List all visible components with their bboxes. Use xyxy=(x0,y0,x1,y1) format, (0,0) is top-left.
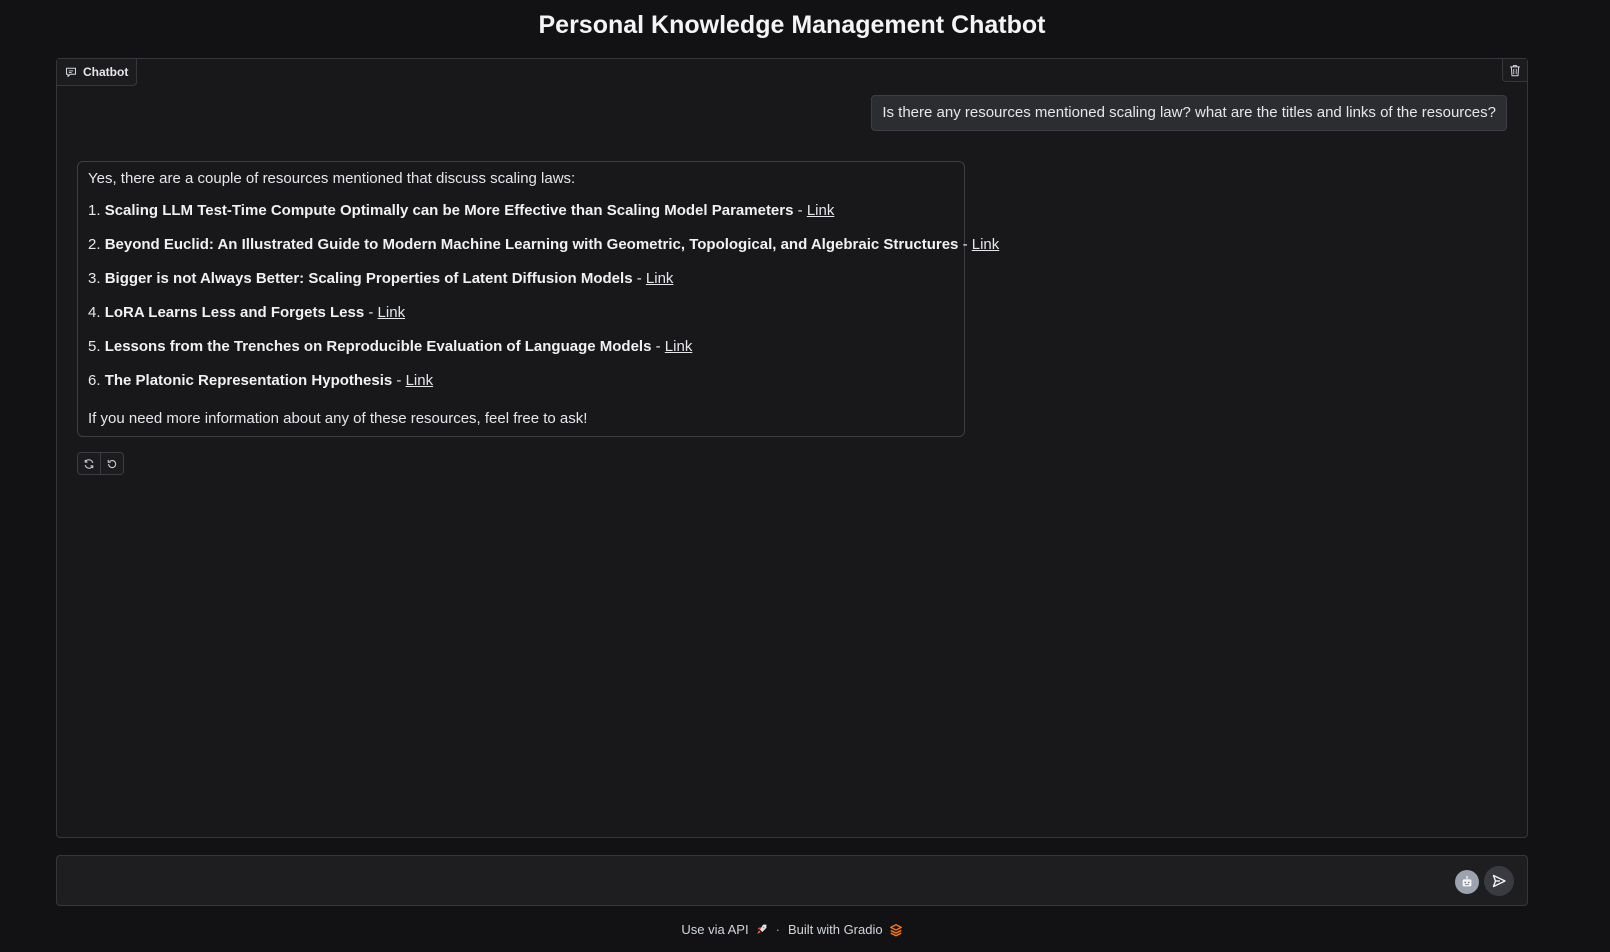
bot-message: Yes, there are a couple of resources men… xyxy=(77,161,999,437)
bot-message-outro: If you need more information about any o… xyxy=(88,410,588,427)
resource-link[interactable]: Link xyxy=(972,236,1000,253)
resource-number: 1. xyxy=(88,202,101,219)
resource-link[interactable]: Link xyxy=(665,338,693,355)
resource-item: 2. Beyond Euclid: An Illustrated Guide t… xyxy=(88,236,999,254)
send-icon xyxy=(1492,874,1506,888)
resource-link[interactable]: Link xyxy=(646,270,674,287)
message-input-bar xyxy=(56,855,1528,906)
use-via-api-label: Use via API xyxy=(681,922,749,937)
trash-icon xyxy=(1510,64,1520,76)
robot-icon xyxy=(1462,876,1472,887)
resource-number: 5. xyxy=(88,338,101,355)
message-actions xyxy=(77,452,124,475)
resource-number: 4. xyxy=(88,304,101,321)
resource-link[interactable]: Link xyxy=(406,372,434,389)
resource-title: Lessons from the Trenches on Reproducibl… xyxy=(104,338,652,355)
chatbot-panel: Chatbot Is there any resources mentioned… xyxy=(56,58,1528,838)
built-with-gradio-label: Built with Gradio xyxy=(787,922,883,937)
resource-separator: - xyxy=(392,372,406,389)
resource-link[interactable]: Link xyxy=(378,304,406,321)
resource-title: Bigger is not Always Better: Scaling Pro… xyxy=(104,270,633,287)
resource-list: 1. Scaling LLM Test-Time Compute Optimal… xyxy=(88,202,999,390)
resource-number: 2. xyxy=(88,236,101,253)
undo-button[interactable] xyxy=(100,453,123,474)
footer-separator: · xyxy=(775,922,780,937)
resource-title: Beyond Euclid: An Illustrated Guide to M… xyxy=(104,236,959,253)
resource-number: 3. xyxy=(88,270,101,287)
resource-number: 6. xyxy=(88,372,101,389)
retry-button[interactable] xyxy=(78,453,100,474)
chatbot-label-text: Chatbot xyxy=(83,65,129,79)
resource-title: LoRA Learns Less and Forgets Less xyxy=(104,304,365,321)
undo-icon xyxy=(107,459,117,468)
use-via-api-link[interactable]: Use via API xyxy=(681,922,767,937)
resource-item: 3. Bigger is not Always Better: Scaling … xyxy=(88,270,954,288)
resource-item: 1. Scaling LLM Test-Time Compute Optimal… xyxy=(88,202,954,220)
retry-icon xyxy=(84,458,94,469)
resource-item: 5. Lessons from the Trenches on Reproduc… xyxy=(88,338,954,356)
message-input[interactable] xyxy=(67,866,1451,898)
resource-link[interactable]: Link xyxy=(807,202,835,219)
chatbot-label: Chatbot xyxy=(57,59,138,86)
resource-item: 4. LoRA Learns Less and Forgets Less - L… xyxy=(88,304,954,322)
send-button[interactable] xyxy=(1484,866,1514,896)
resource-separator: - xyxy=(793,202,807,219)
resource-title: Scaling LLM Test-Time Compute Optimally … xyxy=(104,202,794,219)
bot-message-intro: Yes, there are a couple of resources men… xyxy=(88,170,576,187)
user-message: Is there any resources mentioned scaling… xyxy=(871,95,1507,131)
robot-button[interactable] xyxy=(1455,870,1479,894)
resource-separator: - xyxy=(651,338,665,355)
footer: Use via API · Built with Gradio xyxy=(0,922,1584,937)
chat-bubble-icon xyxy=(65,67,77,78)
gradio-logo-icon xyxy=(889,923,902,936)
clear-chat-button[interactable] xyxy=(1502,59,1527,82)
rocket-icon xyxy=(756,924,766,934)
resource-separator: - xyxy=(632,270,646,287)
resource-separator: - xyxy=(364,304,378,321)
resource-separator: - xyxy=(958,236,972,253)
resource-title: The Platonic Representation Hypothesis xyxy=(104,372,393,389)
built-with-gradio-link[interactable]: Built with Gradio xyxy=(788,922,903,937)
resource-item: 6. The Platonic Representation Hypothesi… xyxy=(88,372,954,390)
page-title: Personal Knowledge Management Chatbot xyxy=(538,11,1046,39)
